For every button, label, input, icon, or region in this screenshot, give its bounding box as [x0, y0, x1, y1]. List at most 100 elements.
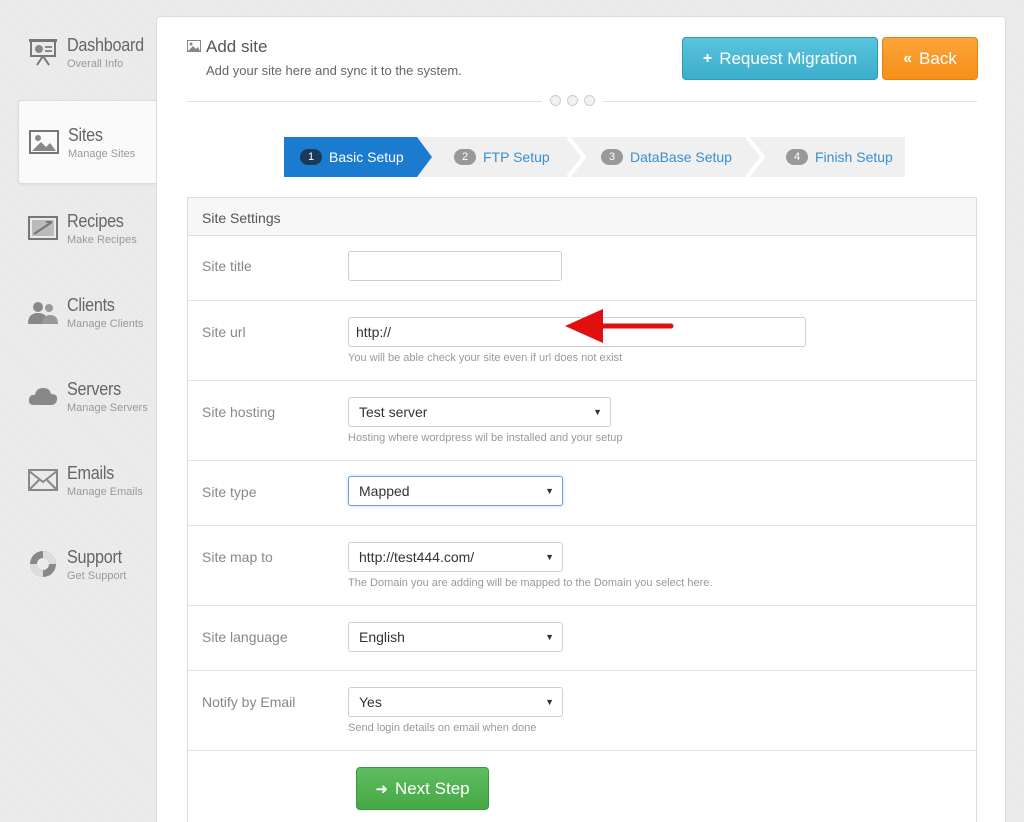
- sidebar-item-title: Clients: [67, 294, 115, 315]
- row-site-hosting: Site hosting Test server ▼ Hosting where…: [188, 381, 976, 461]
- back-label: Back: [919, 48, 957, 68]
- site-hosting-label: Site hosting: [202, 404, 276, 420]
- step-label: Finish Setup: [815, 149, 893, 165]
- sidebar-item-clients[interactable]: Clients Manage Clients: [18, 270, 157, 354]
- site-language-label: Site language: [202, 629, 288, 645]
- site-hosting-value: Test server: [359, 404, 428, 420]
- site-map-to-select[interactable]: http://test444.com/ ▼: [348, 542, 563, 572]
- plus-icon: +: [702, 49, 713, 67]
- sidebar-item-sub: Overall Info: [67, 57, 124, 70]
- presentation-icon: [26, 38, 60, 66]
- site-map-to-label: Site map to: [202, 549, 273, 565]
- envelope-icon: [26, 466, 60, 494]
- wizard-step-finish-setup[interactable]: 4 Finish Setup: [786, 137, 893, 177]
- site-type-select[interactable]: Mapped ▼: [348, 476, 563, 506]
- back-button[interactable]: « Back: [882, 37, 978, 80]
- notify-email-label: Notify by Email: [202, 694, 296, 710]
- sidebar-item-sub: Make Recipes: [67, 233, 137, 246]
- sidebar-item-sub: Manage Sites: [68, 147, 136, 160]
- main-panel: Add site Add your site here and sync it …: [156, 16, 1006, 822]
- row-site-type: Site type Mapped ▼: [188, 461, 976, 526]
- caret-down-icon: ▼: [593, 407, 602, 417]
- step-label: FTP Setup: [483, 149, 550, 165]
- notify-email-value: Yes: [359, 694, 382, 710]
- sidebar-item-sub: Manage Clients: [67, 317, 144, 330]
- wizard-steps: 1 Basic Setup 2 FTP Setup 3 DataBase Set…: [284, 137, 905, 177]
- form-heading: Site Settings: [188, 198, 976, 236]
- notify-email-help: Send login details on email when done: [348, 722, 537, 734]
- dot-icon: [567, 95, 578, 106]
- sidebar-item-title: Sites: [68, 124, 103, 145]
- divider-dots: [542, 95, 603, 106]
- sidebar-item-support[interactable]: Support Get Support: [18, 522, 157, 606]
- site-title-input[interactable]: [348, 251, 562, 281]
- double-chevron-left-icon: «: [903, 49, 913, 67]
- sidebar-item-title: Emails: [67, 462, 114, 483]
- page-title: Add site: [187, 37, 462, 57]
- site-type-value: Mapped: [359, 483, 410, 499]
- step-label: DataBase Setup: [630, 149, 732, 165]
- step-number: 4: [786, 149, 808, 165]
- sidebar: Dashboard Overall Info Sites Manage Site…: [0, 0, 157, 822]
- site-url-label: Site url: [202, 324, 246, 340]
- sidebar-item-title: Recipes: [67, 210, 124, 231]
- cloud-icon: [26, 382, 60, 410]
- site-settings-form: Site Settings Site title Site url You wi…: [187, 197, 977, 822]
- caret-down-icon: ▼: [545, 632, 554, 642]
- annotation-arrow-icon: [565, 309, 674, 343]
- wizard-step-basic-setup[interactable]: 1 Basic Setup: [284, 137, 417, 177]
- caret-down-icon: ▼: [545, 552, 554, 562]
- step-arrow-icon: [417, 137, 432, 177]
- sidebar-item-dashboard[interactable]: Dashboard Overall Info: [18, 10, 157, 94]
- row-notify-email: Notify by Email Yes ▼ Send login details…: [188, 671, 976, 751]
- dot-icon: [584, 95, 595, 106]
- site-hosting-help: Hosting where wordpress wil be installed…: [348, 432, 623, 444]
- step-separator-icon: [745, 137, 766, 177]
- site-hosting-select[interactable]: Test server ▼: [348, 397, 611, 427]
- wizard-step-ftp-setup[interactable]: 2 FTP Setup: [454, 137, 550, 177]
- step-separator-icon: [566, 137, 587, 177]
- page-header: Add site Add your site here and sync it …: [187, 37, 462, 78]
- step-label: Basic Setup: [329, 149, 404, 165]
- users-icon: [26, 298, 60, 326]
- site-language-value: English: [359, 629, 405, 645]
- request-migration-button[interactable]: + Request Migration: [682, 37, 878, 80]
- sidebar-item-sub: Get Support: [67, 569, 127, 582]
- site-type-label: Site type: [202, 484, 257, 500]
- dot-icon: [550, 95, 561, 106]
- row-site-title: Site title: [188, 236, 976, 301]
- step-number: 1: [300, 149, 322, 165]
- arrow-right-icon: ➜: [375, 780, 388, 798]
- caret-down-icon: ▼: [545, 697, 554, 707]
- site-map-to-help: The Domain you are adding will be mapped…: [348, 577, 713, 589]
- sidebar-item-title: Dashboard: [67, 34, 144, 55]
- page-subtitle: Add your site here and sync it to the sy…: [206, 63, 462, 78]
- sidebar-item-emails[interactable]: Emails Manage Emails: [18, 438, 157, 522]
- image-icon: [187, 37, 206, 57]
- recipe-icon: [26, 214, 60, 242]
- image-icon: [27, 128, 61, 156]
- site-url-help: You will be able check your site even if…: [348, 352, 623, 364]
- sidebar-item-sub: Manage Emails: [67, 485, 143, 498]
- sidebar-item-title: Servers: [67, 378, 121, 399]
- sidebar-item-sub: Manage Servers: [67, 401, 148, 414]
- step-number: 3: [601, 149, 623, 165]
- notify-email-select[interactable]: Yes ▼: [348, 687, 563, 717]
- site-language-select[interactable]: English ▼: [348, 622, 563, 652]
- step-number: 2: [454, 149, 476, 165]
- caret-down-icon: ▼: [545, 486, 554, 496]
- page-title-text: Add site: [206, 37, 268, 56]
- sidebar-item-sites[interactable]: Sites Manage Sites: [18, 100, 157, 184]
- request-migration-label: Request Migration: [719, 48, 858, 68]
- sidebar-item-title: Support: [67, 546, 122, 567]
- wizard-step-database-setup[interactable]: 3 DataBase Setup: [601, 137, 732, 177]
- sidebar-item-recipes[interactable]: Recipes Make Recipes: [18, 186, 157, 270]
- row-site-map-to: Site map to http://test444.com/ ▼ The Do…: [188, 526, 976, 606]
- lifebuoy-icon: [26, 550, 60, 578]
- sidebar-item-servers[interactable]: Servers Manage Servers: [18, 354, 157, 438]
- next-step-button[interactable]: ➜ Next Step: [356, 767, 489, 810]
- next-step-label: Next Step: [394, 778, 470, 798]
- site-title-label: Site title: [202, 258, 252, 274]
- row-site-language: Site language English ▼: [188, 606, 976, 671]
- site-map-to-value: http://test444.com/: [359, 549, 475, 565]
